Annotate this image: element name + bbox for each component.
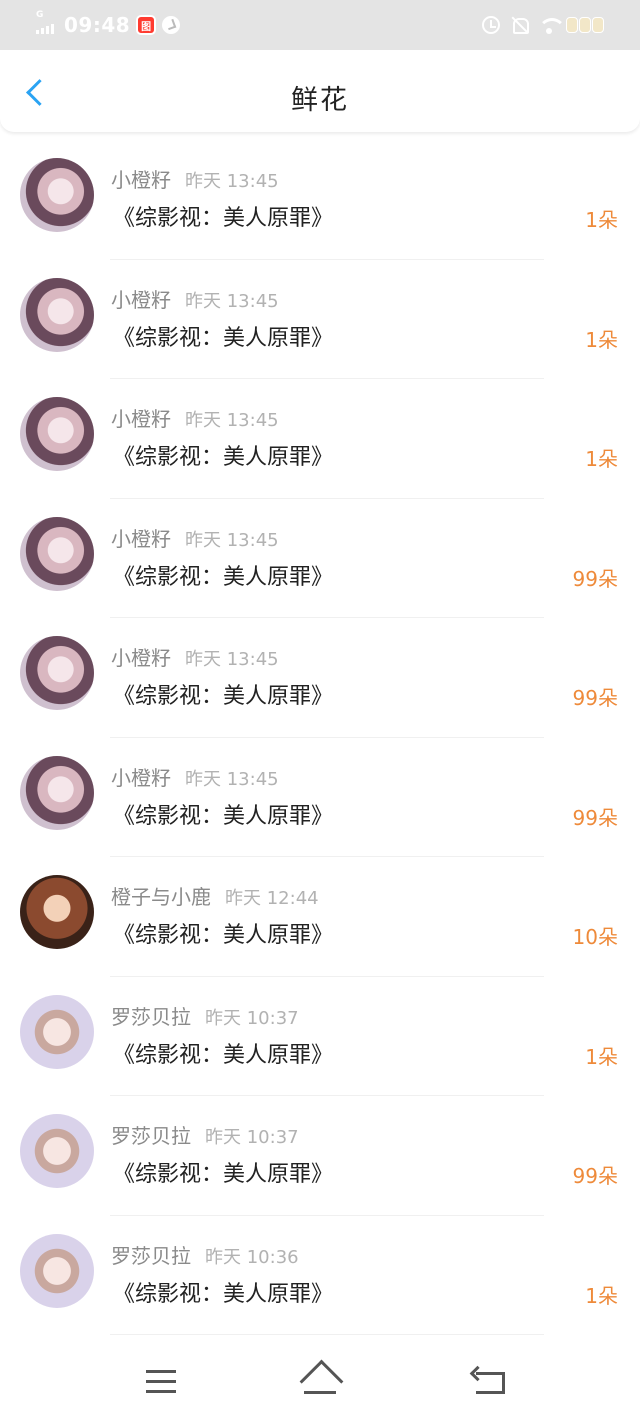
book-title: 《综影视：美人原罪》 — [113, 564, 334, 590]
sender-name: 小橙籽 昨天 13:45 — [111, 284, 279, 313]
sender-name: 罗莎贝拉 昨天 10:37 — [111, 1001, 299, 1030]
sender-name: 小橙籽 昨天 13:45 — [111, 642, 279, 671]
status-right — [482, 16, 604, 34]
list-item[interactable]: 小橙籽 昨天 13:45 《综影视：美人原罪》 1朵 — [0, 260, 640, 379]
sender-name-text: 橙子与小鹿 — [111, 885, 211, 909]
avatar[interactable] — [20, 516, 94, 591]
timestamp: 昨天 12:44 — [225, 888, 319, 909]
sender-name-text: 小橙籽 — [111, 168, 171, 192]
sender-name-text: 小橙籽 — [111, 765, 171, 790]
book-title: 《综影视：美人原罪》 — [113, 1042, 334, 1068]
timestamp: 昨天 13:45 — [185, 649, 279, 670]
timestamp: 昨天 13:45 — [185, 171, 279, 192]
avatar[interactable] — [20, 875, 94, 949]
book-title: 《综影视：美人原罪》 — [113, 325, 334, 351]
timestamp: 昨天 10:37 — [205, 1127, 299, 1148]
flower-count: 1朵 — [585, 208, 618, 232]
page-title: 鲜花 — [291, 85, 349, 116]
timestamp: 昨天 13:45 — [185, 290, 279, 312]
book-title: 《综影视：美人原罪》 — [113, 206, 334, 231]
sender-name-text: 小橙籽 — [111, 646, 171, 670]
flower-count: 10朵 — [572, 925, 618, 949]
book-title: 《综影视：美人原罪》 — [113, 803, 334, 829]
book-title: 《综影视：美人原罪》 — [113, 684, 334, 709]
clock: 09:48 — [64, 13, 131, 37]
avatar[interactable] — [20, 755, 94, 830]
header: 鲜花 — [0, 50, 640, 132]
list-item[interactable]: 小橙籽 昨天 13:45 《综影视：美人原罪》 1朵 — [0, 140, 640, 260]
sender-name-text: 小橙籽 — [111, 526, 171, 551]
home-icon[interactable] — [298, 1358, 342, 1402]
avatar[interactable] — [20, 636, 94, 710]
app-notification-icon: 图 — [136, 15, 157, 35]
alarm-icon — [482, 16, 500, 34]
avatar[interactable] — [20, 158, 94, 232]
timestamp: 昨天 13:45 — [185, 529, 279, 551]
sender-name: 小橙籽 昨天 13:45 — [111, 403, 279, 432]
app-badge-text: 图 — [141, 21, 152, 33]
flower-count: 99朵 — [572, 686, 618, 710]
flower-count: 99朵 — [572, 805, 618, 830]
list-item[interactable]: 罗莎贝拉 昨天 10:36 《综影视：美人原罪》 1朵 — [0, 1216, 640, 1335]
system-nav-bar — [0, 1344, 640, 1422]
divider — [110, 1334, 544, 1335]
list-item[interactable]: 罗莎贝拉 昨天 10:37 《综影视：美人原罪》 99朵 — [0, 1096, 640, 1216]
sender-name: 橙子与小鹿 昨天 12:44 — [111, 881, 319, 910]
mute-bell-icon — [510, 16, 529, 34]
sender-name: 小橙籽 昨天 13:45 — [111, 523, 279, 552]
status-bar: G 09:48 图 — [0, 0, 640, 50]
list-item[interactable]: 橙子与小鹿 昨天 12:44 《综影视：美人原罪》 10朵 — [0, 857, 640, 977]
avatar[interactable] — [20, 277, 94, 352]
list-item[interactable]: 小橙籽 昨天 13:45 《综影视：美人原罪》 99朵 — [0, 738, 640, 857]
avatar[interactable] — [20, 397, 94, 471]
sender-name-text: 罗莎贝拉 — [111, 1243, 191, 1268]
list-item[interactable]: 罗莎贝拉 昨天 10:37 《综影视：美人原罪》 1朵 — [0, 977, 640, 1096]
sender-name: 小橙籽 昨天 13:45 — [111, 164, 279, 193]
menu-icon[interactable] — [146, 1370, 176, 1394]
sender-name-text: 罗莎贝拉 — [111, 1004, 191, 1029]
avatar[interactable] — [20, 1114, 94, 1188]
sender-name-text: 罗莎贝拉 — [111, 1124, 191, 1148]
status-left: G 09:48 图 — [36, 10, 181, 37]
network-type: G — [36, 10, 44, 20]
sender-name-text: 小橙籽 — [111, 287, 171, 312]
avatar[interactable] — [20, 994, 94, 1069]
flower-count: 1朵 — [585, 447, 618, 471]
wifi-icon — [538, 16, 566, 34]
timestamp: 昨天 10:36 — [205, 1246, 299, 1268]
avatar[interactable] — [20, 1233, 94, 1308]
flower-count: 99朵 — [572, 566, 618, 591]
list-item[interactable]: 小橙籽 昨天 13:45 《综影视：美人原罪》 1朵 — [0, 379, 640, 499]
flower-list: 小橙籽 昨天 13:45 《综影视：美人原罪》 1朵 小橙籽 昨天 13:45 《综影视：美… — [0, 140, 640, 1335]
flower-count: 1朵 — [585, 1044, 618, 1069]
list-item[interactable]: 小橙籽 昨天 13:45 《综影视：美人原罪》 99朵 — [0, 499, 640, 618]
sender-name: 罗莎贝拉 昨天 10:36 — [111, 1240, 299, 1269]
sender-name: 小橙籽 昨天 13:45 — [111, 762, 279, 791]
signal-icon: G — [36, 10, 54, 34]
book-title: 《综影视：美人原罪》 — [113, 445, 334, 470]
back-arrow-icon[interactable] — [472, 1366, 505, 1394]
compass-icon — [162, 16, 181, 34]
timestamp: 昨天 10:37 — [205, 1007, 299, 1029]
flower-count: 1朵 — [585, 1283, 618, 1308]
list-item[interactable]: 小橙籽 昨天 13:45 《综影视：美人原罪》 99朵 — [0, 618, 640, 738]
book-title: 《综影视：美人原罪》 — [113, 1162, 334, 1187]
sender-name-text: 小橙籽 — [111, 407, 171, 431]
book-title: 《综影视：美人原罪》 — [113, 1281, 334, 1307]
book-title: 《综影视：美人原罪》 — [113, 923, 334, 948]
sender-name: 罗莎贝拉 昨天 10:37 — [111, 1120, 299, 1149]
battery-icon — [566, 17, 604, 33]
flower-count: 99朵 — [572, 1164, 618, 1188]
flower-count: 1朵 — [585, 327, 618, 352]
timestamp: 昨天 13:45 — [185, 410, 279, 431]
timestamp: 昨天 13:45 — [185, 768, 279, 790]
